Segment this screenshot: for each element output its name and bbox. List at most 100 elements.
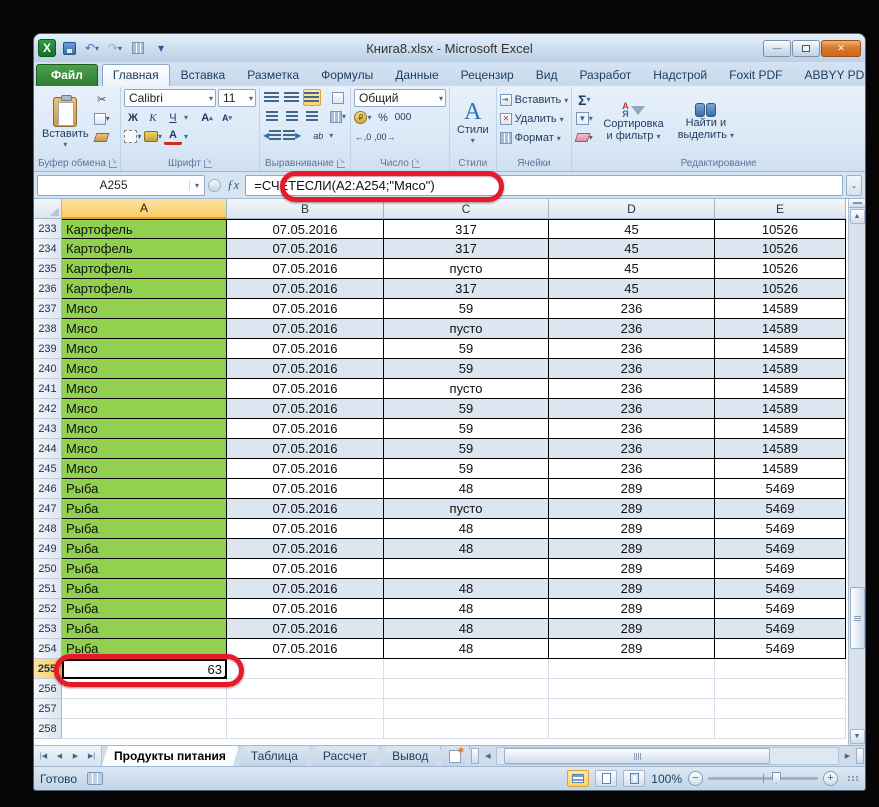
cell-b233[interactable]: 07.05.2016 xyxy=(227,219,384,239)
cell-d245[interactable]: 236 xyxy=(549,459,715,479)
cell-a242[interactable]: Мясо xyxy=(62,399,227,419)
thousands-button[interactable]: 000 xyxy=(394,109,412,126)
split-handle[interactable] xyxy=(849,199,865,208)
selected-cell-a255[interactable]: 63 xyxy=(62,659,227,679)
save-button[interactable] xyxy=(59,38,79,58)
cell-e251[interactable]: 5469 xyxy=(715,579,846,599)
align-left-button[interactable] xyxy=(263,108,281,125)
merge-center-button[interactable]: ▾ xyxy=(329,108,347,125)
row-header-256[interactable]: 256 xyxy=(34,679,62,699)
next-sheet-button[interactable]: ▶ xyxy=(68,749,83,764)
cell-d242[interactable]: 236 xyxy=(549,399,715,419)
cell-e250[interactable]: 5469 xyxy=(715,559,846,579)
cell-c245[interactable]: 59 xyxy=(384,459,549,479)
font-color-button[interactable]: А xyxy=(164,128,182,145)
fill-color-button[interactable]: ▾ xyxy=(144,128,162,145)
cell-b258[interactable] xyxy=(227,719,384,739)
cell-e249[interactable]: 5469 xyxy=(715,539,846,559)
last-sheet-button[interactable]: ▶| xyxy=(84,749,99,764)
cell-b237[interactable]: 07.05.2016 xyxy=(227,299,384,319)
hscroll-resize-handle[interactable] xyxy=(856,748,864,764)
fill-handle[interactable] xyxy=(223,675,227,679)
tab-split-handle[interactable] xyxy=(471,748,479,764)
cell-c256[interactable] xyxy=(384,679,549,699)
row-header-237[interactable]: 237 xyxy=(34,299,62,319)
zoom-slider-track[interactable] xyxy=(708,777,818,780)
resize-grip[interactable] xyxy=(848,776,859,781)
row-header-243[interactable]: 243 xyxy=(34,419,62,439)
name-box[interactable]: A255 ▾ xyxy=(37,175,205,196)
cell-c240[interactable]: 59 xyxy=(384,359,549,379)
cell-c249[interactable]: 48 xyxy=(384,539,549,559)
cell-b234[interactable]: 07.05.2016 xyxy=(227,239,384,259)
insert-cells-button[interactable]: Вставить▾ xyxy=(500,91,569,109)
cell-b246[interactable]: 07.05.2016 xyxy=(227,479,384,499)
decrease-decimal-button[interactable]: ,00→ xyxy=(374,128,396,145)
cell-c236[interactable]: 317 xyxy=(384,279,549,299)
cell-c252[interactable]: 48 xyxy=(384,599,549,619)
ribbon-tab-foxit-pdf[interactable]: Foxit PDF xyxy=(718,64,793,86)
shrink-font-button[interactable]: А xyxy=(218,109,236,126)
row-header-250[interactable]: 250 xyxy=(34,559,62,579)
row-header-258[interactable]: 258 xyxy=(34,719,62,739)
cell-e248[interactable]: 5469 xyxy=(715,519,846,539)
cell-e240[interactable]: 14589 xyxy=(715,359,846,379)
cell-b257[interactable] xyxy=(227,699,384,719)
cell-d250[interactable]: 289 xyxy=(549,559,715,579)
cell-c250[interactable] xyxy=(384,559,549,579)
column-header-e[interactable]: E xyxy=(715,199,846,219)
ribbon-tab-надстрой[interactable]: Надстрой xyxy=(642,64,718,86)
cell-e255[interactable] xyxy=(715,659,846,679)
undo-button[interactable]: ↶▾ xyxy=(82,38,102,58)
hscroll-left-button[interactable]: ◀ xyxy=(480,749,495,764)
cell-d239[interactable]: 236 xyxy=(549,339,715,359)
styles-button[interactable]: А Стили ▾ xyxy=(453,99,493,146)
cell-b245[interactable]: 07.05.2016 xyxy=(227,459,384,479)
cell-a251[interactable]: Рыба xyxy=(62,579,227,599)
restore-button[interactable] xyxy=(792,40,820,57)
ribbon-tab-разметка[interactable]: Разметка xyxy=(236,64,310,86)
cell-c257[interactable] xyxy=(384,699,549,719)
cell-c247[interactable]: пусто xyxy=(384,499,549,519)
cell-c253[interactable]: 48 xyxy=(384,619,549,639)
cell-a253[interactable]: Рыба xyxy=(62,619,227,639)
cell-d252[interactable]: 289 xyxy=(549,599,715,619)
cell-a237[interactable]: Мясо xyxy=(62,299,227,319)
orientation-button[interactable] xyxy=(329,89,347,106)
delete-cells-button[interactable]: Удалить▾ xyxy=(500,110,569,128)
cell-a241[interactable]: Мясо xyxy=(62,379,227,399)
borders-button[interactable]: ▾ xyxy=(124,128,142,145)
row-header-235[interactable]: 235 xyxy=(34,259,62,279)
cell-c255[interactable] xyxy=(384,659,549,679)
font-name-combo[interactable]: Calibri▾ xyxy=(124,89,216,107)
cell-e257[interactable] xyxy=(715,699,846,719)
currency-button[interactable]: ₽▾ xyxy=(354,109,372,126)
cell-b236[interactable]: 07.05.2016 xyxy=(227,279,384,299)
align-right-button[interactable] xyxy=(303,108,321,125)
cell-c235[interactable]: пусто xyxy=(384,259,549,279)
vertical-scrollbar[interactable]: ▲ ▼ xyxy=(848,199,865,745)
cell-a239[interactable]: Мясо xyxy=(62,339,227,359)
cell-a240[interactable]: Мясо xyxy=(62,359,227,379)
cell-b252[interactable]: 07.05.2016 xyxy=(227,599,384,619)
copy-button[interactable]: ▾ xyxy=(93,110,111,127)
increase-indent-button[interactable]: ▶ xyxy=(283,127,301,144)
row-header-240[interactable]: 240 xyxy=(34,359,62,379)
row-header-244[interactable]: 244 xyxy=(34,439,62,459)
zoom-slider-thumb[interactable] xyxy=(772,772,781,784)
cell-d254[interactable]: 289 xyxy=(549,639,715,659)
cell-a247[interactable]: Рыба xyxy=(62,499,227,519)
clear-button[interactable]: ▾ xyxy=(575,129,593,146)
normal-view-button[interactable] xyxy=(567,770,589,787)
sheet-tab-рассчет[interactable]: Рассчет xyxy=(311,746,380,766)
cell-a250[interactable]: Рыба xyxy=(62,559,227,579)
cell-c251[interactable]: 48 xyxy=(384,579,549,599)
cell-a248[interactable]: Рыба xyxy=(62,519,227,539)
vertical-scroll-track[interactable] xyxy=(850,225,865,728)
ribbon-tab-главная[interactable]: Главная xyxy=(102,64,170,86)
cell-e244[interactable]: 14589 xyxy=(715,439,846,459)
cell-a254[interactable]: Рыба xyxy=(62,639,227,659)
ribbon-tab-данные[interactable]: Данные xyxy=(384,64,449,86)
cell-d246[interactable]: 289 xyxy=(549,479,715,499)
cell-b235[interactable]: 07.05.2016 xyxy=(227,259,384,279)
